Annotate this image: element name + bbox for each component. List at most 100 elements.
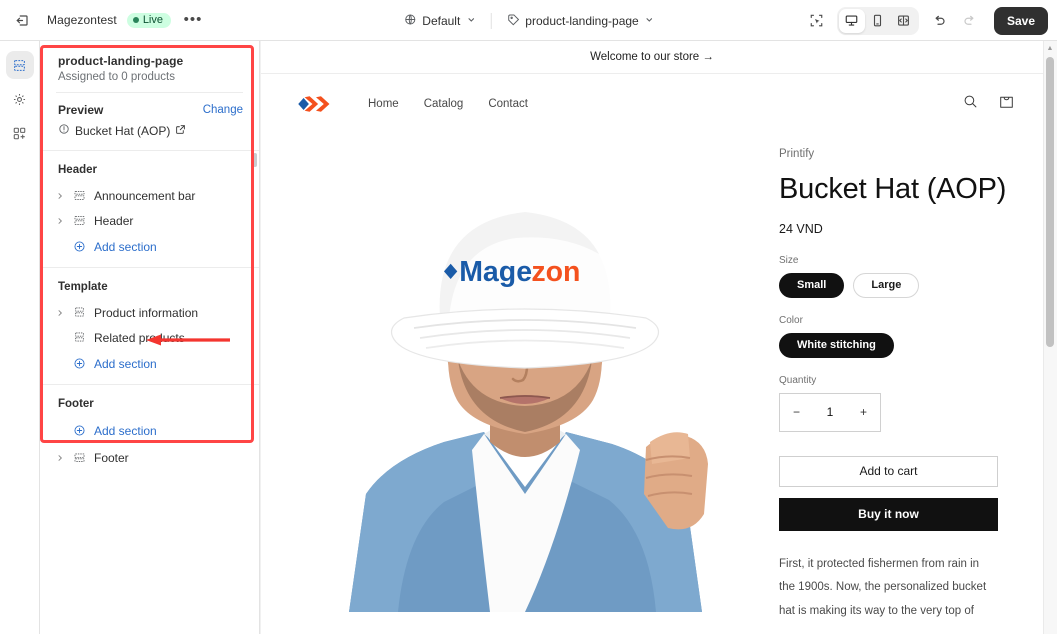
quantity-stepper[interactable]: − 1 + [779, 392, 881, 432]
external-link-icon[interactable] [175, 124, 186, 138]
section-item-label: Related products [94, 330, 185, 345]
add-section-button-template[interactable]: Add section [46, 351, 253, 376]
section-item-announcement-bar[interactable]: Announcement bar [46, 183, 253, 208]
size-option-label: Size [779, 254, 799, 266]
add-section-button-header[interactable]: Add section [46, 234, 253, 259]
section-item-label: Header [94, 213, 134, 228]
theme-editor-window: Magezontest Live ••• Default product-lan… [0, 0, 1057, 634]
undo-button[interactable] [926, 7, 954, 35]
magezon-logo[interactable] [294, 89, 340, 119]
change-preview-link[interactable]: Change [203, 104, 243, 116]
storefront-header: Home Catalog Contact [261, 74, 1043, 134]
search-icon[interactable] [962, 93, 979, 115]
rail-item-sections[interactable] [5, 51, 34, 79]
svg-text:zon: zon [531, 256, 580, 288]
add-section-label: Add section [94, 356, 157, 371]
add-section-label: Add section [94, 423, 157, 438]
preview-row: Preview Change [58, 103, 243, 117]
section-item-product-information[interactable]: Product information [46, 300, 253, 325]
status-badge-label: Live [142, 13, 163, 26]
chevron-right-icon[interactable] [54, 454, 65, 462]
nav-link-catalog[interactable]: Catalog [424, 98, 464, 110]
preview-product-name: Bucket Hat (AOP) [75, 123, 171, 138]
template-selector[interactable]: product-landing-page [498, 7, 661, 35]
svg-text:Mage: Mage [459, 256, 532, 288]
section-item-footer[interactable]: Footer [46, 445, 253, 470]
block-icon [72, 331, 87, 344]
group-title: Template [58, 281, 108, 293]
size-option-small[interactable]: Small [779, 272, 845, 298]
preview-block: Preview Change Bucket Hat (AOP) [40, 93, 259, 150]
section-item-related-products[interactable]: Related products [46, 325, 253, 350]
add-to-cart-button[interactable]: Add to cart [779, 455, 998, 487]
mobile-view-icon[interactable] [865, 9, 891, 33]
nav-link-home[interactable]: Home [368, 98, 399, 110]
product-image[interactable]: Mage zon [294, 142, 755, 612]
top-bar-left: Magezontest Live ••• [0, 7, 205, 33]
storefront-preview: Welcome to our store → Home Catalog Cont… [261, 41, 1043, 634]
preview-pane: Welcome to our store → Home Catalog Cont… [261, 41, 1057, 634]
exit-to-admin-icon[interactable] [9, 7, 35, 33]
top-bar-center: Default product-landing-page [395, 0, 661, 41]
product-price: 24 VND [779, 221, 823, 236]
redo-button[interactable] [956, 7, 984, 35]
nav-link-contact[interactable]: Contact [488, 98, 528, 110]
chevron-right-icon[interactable] [54, 192, 65, 200]
page-subtitle: Assigned to 0 products [58, 71, 175, 83]
sidebar-scrollbar-thumb[interactable] [253, 153, 257, 167]
scroll-up-icon[interactable]: ▲ [1046, 44, 1054, 53]
live-dot-icon [132, 16, 139, 23]
storefront-nav: Home Catalog Contact [368, 98, 528, 110]
chevron-down-icon [645, 15, 654, 26]
sidebar-header: product-landing-page Assigned to 0 produ… [40, 41, 259, 92]
top-bar: Magezontest Live ••• Default product-lan… [0, 0, 1057, 41]
size-option-large[interactable]: Large [853, 272, 920, 298]
add-section-button-footer[interactable]: Add section [46, 418, 253, 443]
size-options: Small Large [779, 272, 1018, 298]
rail-item-apps[interactable] [6, 119, 34, 147]
buy-it-now-button[interactable]: Buy it now [779, 497, 998, 531]
preview-scrollbar-thumb[interactable] [1046, 57, 1054, 347]
chevron-right-icon[interactable] [54, 217, 65, 225]
quantity-decrease-button[interactable]: − [793, 405, 800, 419]
quantity-value[interactable]: 1 [827, 405, 834, 419]
quantity-label: Quantity [779, 374, 817, 386]
section-group-template: Template Product information Related pro… [40, 267, 259, 384]
section-item-label: Announcement bar [94, 188, 196, 203]
more-options-button[interactable]: ••• [181, 8, 205, 32]
store-name: Magezontest [47, 13, 117, 27]
quantity-increase-button[interactable]: + [860, 405, 867, 419]
tag-icon [506, 13, 519, 29]
plus-circle-icon [72, 240, 87, 253]
theme-selector[interactable]: Default [395, 7, 483, 35]
product-info: Printify Bucket Hat (AOP) 24 VND Size Sm… [779, 142, 1018, 624]
product-vendor: Printify [779, 148, 815, 160]
divider [490, 12, 492, 29]
preview-label: Preview [58, 103, 104, 117]
device-toggle-group [836, 6, 919, 35]
product-page-body: Mage zon Printify Bucket Hat (AOP) 24 VN… [261, 134, 1043, 624]
left-icon-rail [0, 41, 40, 634]
preview-product[interactable]: Bucket Hat (AOP) [58, 123, 243, 138]
desktop-view-icon[interactable] [838, 8, 865, 33]
save-button[interactable]: Save [993, 6, 1048, 35]
fullscreen-view-icon[interactable] [891, 9, 917, 33]
preview-scrollbar-track[interactable]: ▲ [1043, 41, 1057, 634]
section-item-label: Footer [94, 450, 129, 465]
color-option-label: Color [779, 314, 803, 326]
product-title: Bucket Hat (AOP) [779, 173, 1007, 205]
cart-icon[interactable] [998, 93, 1015, 115]
product-description: First, it protected fishermen from rain … [779, 557, 987, 618]
section-group-header: Header Announcement bar Header Add secti… [40, 151, 259, 267]
block-icon [72, 306, 87, 319]
section-item-header[interactable]: Header [46, 208, 253, 233]
top-bar-right: Save [803, 0, 1048, 41]
footer-icon [72, 451, 87, 464]
section-icon [72, 189, 87, 202]
rail-item-settings[interactable] [6, 85, 34, 113]
section-item-label: Product information [94, 305, 199, 320]
inspector-toggle-icon[interactable] [803, 7, 831, 35]
plus-circle-icon [72, 357, 87, 370]
color-option-white-stitching[interactable]: White stitching [779, 332, 894, 358]
chevron-right-icon[interactable] [54, 309, 65, 317]
